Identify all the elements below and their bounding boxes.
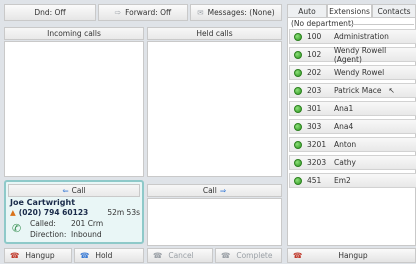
extension-number: 202 — [307, 68, 322, 77]
status-available-icon — [294, 32, 302, 41]
extension-number: 100 — [307, 32, 322, 41]
direction-value: Inbound — [71, 230, 102, 239]
cancel-button[interactable]: ☎ Cancel — [147, 248, 213, 263]
extension-row[interactable]: 303 Ana4 — [289, 119, 416, 134]
complete-label: Complete — [236, 251, 273, 260]
hold-button[interactable]: ☎ Hold — [74, 248, 144, 263]
caller-name: Joe Cartwright — [10, 198, 76, 207]
extension-row[interactable]: 301 Ana1 — [289, 101, 416, 116]
extension-number: 301 — [307, 104, 322, 113]
hangup-icon: ☎ — [293, 251, 303, 260]
extension-name: Em2 — [334, 176, 351, 185]
cancel-icon: ☎ — [153, 251, 163, 260]
hangup-button[interactable]: ☎ Hangup — [4, 248, 72, 263]
call-right-arrow-icon: ⇒ — [219, 186, 227, 195]
extension-row[interactable]: 202 Wendy Rowel — [289, 65, 416, 80]
messages-button[interactable]: ✉ Messages: (None) — [190, 4, 282, 21]
extension-name: Wendy Rowell (Agent) — [333, 45, 387, 64]
department-divider — [350, 24, 414, 25]
extension-name: Anton — [334, 140, 357, 149]
call-tab-left-label: Call — [71, 186, 86, 195]
status-available-icon — [294, 176, 302, 185]
held-calls-title: Held calls — [196, 29, 233, 38]
call-tab-left[interactable]: ⇐ Call — [8, 184, 140, 197]
call-left-arrow-icon: ⇐ — [62, 186, 69, 195]
messages-icon: ✉ — [197, 8, 204, 17]
called-label: Called: — [30, 219, 56, 228]
tab-contacts-label: Contacts — [377, 6, 411, 16]
caller-number: (020) 794 60123 — [18, 208, 89, 217]
extension-hangup-label: Hangup — [338, 251, 368, 260]
hold-label: Hold — [95, 251, 113, 260]
extension-row[interactable]: 3201 Anton — [289, 137, 416, 152]
forward-button[interactable]: ⇨ Forward: Off — [98, 4, 188, 21]
extension-row[interactable]: 451 Em2 — [289, 173, 416, 188]
extension-name: Patrick Mace — [334, 86, 382, 95]
extension-row[interactable]: 100 Administration — [289, 29, 416, 44]
tab-auto-label: Auto — [298, 6, 316, 16]
incoming-calls-panel[interactable] — [4, 41, 144, 177]
tab-extensions[interactable]: Extensions — [327, 4, 372, 18]
extension-name: Wendy Rowel — [334, 68, 385, 77]
dnd-label: Dnd: Off — [34, 8, 66, 17]
forward-label: Forward: Off — [125, 8, 172, 17]
phone-icon: ✆ — [12, 222, 22, 235]
tab-auto[interactable]: Auto — [287, 4, 327, 18]
mouse-cursor-icon: ↖ — [388, 86, 395, 95]
complete-icon: ☎ — [221, 251, 231, 260]
extension-name: Ana4 — [334, 122, 354, 131]
extension-row[interactable]: 102 Wendy Rowell (Agent) — [289, 45, 416, 64]
call-duration: 52m 53s — [107, 208, 140, 217]
extension-name: Administration — [334, 32, 389, 41]
extension-number: 303 — [307, 122, 322, 131]
transfer-panel — [147, 198, 282, 246]
status-available-icon — [294, 140, 302, 149]
forward-icon: ⇨ — [114, 8, 122, 17]
held-calls-panel[interactable] — [147, 41, 282, 177]
extension-number: 3203 — [307, 158, 327, 167]
extension-number: 203 — [307, 86, 322, 95]
tab-contacts[interactable]: Contacts — [372, 4, 416, 18]
incoming-calls-header: Incoming calls — [4, 27, 144, 40]
active-call-card[interactable]: ⇐ Call Joe Cartwright ▲ (020) 794 60123 … — [4, 180, 144, 244]
extension-number: 451 — [307, 176, 322, 185]
hangup-label: Hangup — [25, 251, 55, 260]
hangup-icon: ☎ — [10, 251, 20, 260]
extension-row[interactable]: 3203 Cathy — [289, 155, 416, 170]
held-calls-header: Held calls — [147, 27, 282, 40]
extension-number: 102 — [307, 50, 322, 59]
extension-hangup-button[interactable]: ☎ Hangup — [287, 248, 416, 263]
call-tab-right[interactable]: Call ⇒ — [147, 184, 282, 197]
incoming-calls-title: Incoming calls — [47, 29, 101, 38]
dnd-button[interactable]: Dnd: Off — [4, 4, 96, 21]
called-value: 201 Crm — [71, 219, 104, 228]
messages-label: Messages: (None) — [207, 8, 275, 17]
status-available-icon — [294, 68, 302, 77]
extension-row[interactable]: 203 Patrick Mace ↖ — [289, 83, 416, 98]
status-available-icon — [294, 86, 302, 95]
status-available-icon — [294, 104, 302, 113]
department-label: (No department) — [291, 19, 354, 28]
hold-icon: ☎ — [80, 251, 90, 260]
user-icon: ▲ — [10, 208, 16, 217]
status-available-icon — [294, 50, 302, 59]
call-tab-right-label: Call — [202, 186, 217, 195]
extension-name: Ana1 — [334, 104, 354, 113]
tab-extensions-label: Extensions — [329, 6, 370, 16]
extension-name: Cathy — [334, 158, 356, 167]
caller-number-row: ▲ (020) 794 60123 52m 53s — [10, 208, 140, 217]
complete-button[interactable]: ☎ Complete — [215, 248, 282, 263]
direction-label: Direction: — [30, 230, 67, 239]
status-available-icon — [294, 158, 302, 167]
extension-number: 3201 — [307, 140, 327, 149]
cancel-label: Cancel — [168, 251, 194, 260]
status-available-icon — [294, 122, 302, 131]
